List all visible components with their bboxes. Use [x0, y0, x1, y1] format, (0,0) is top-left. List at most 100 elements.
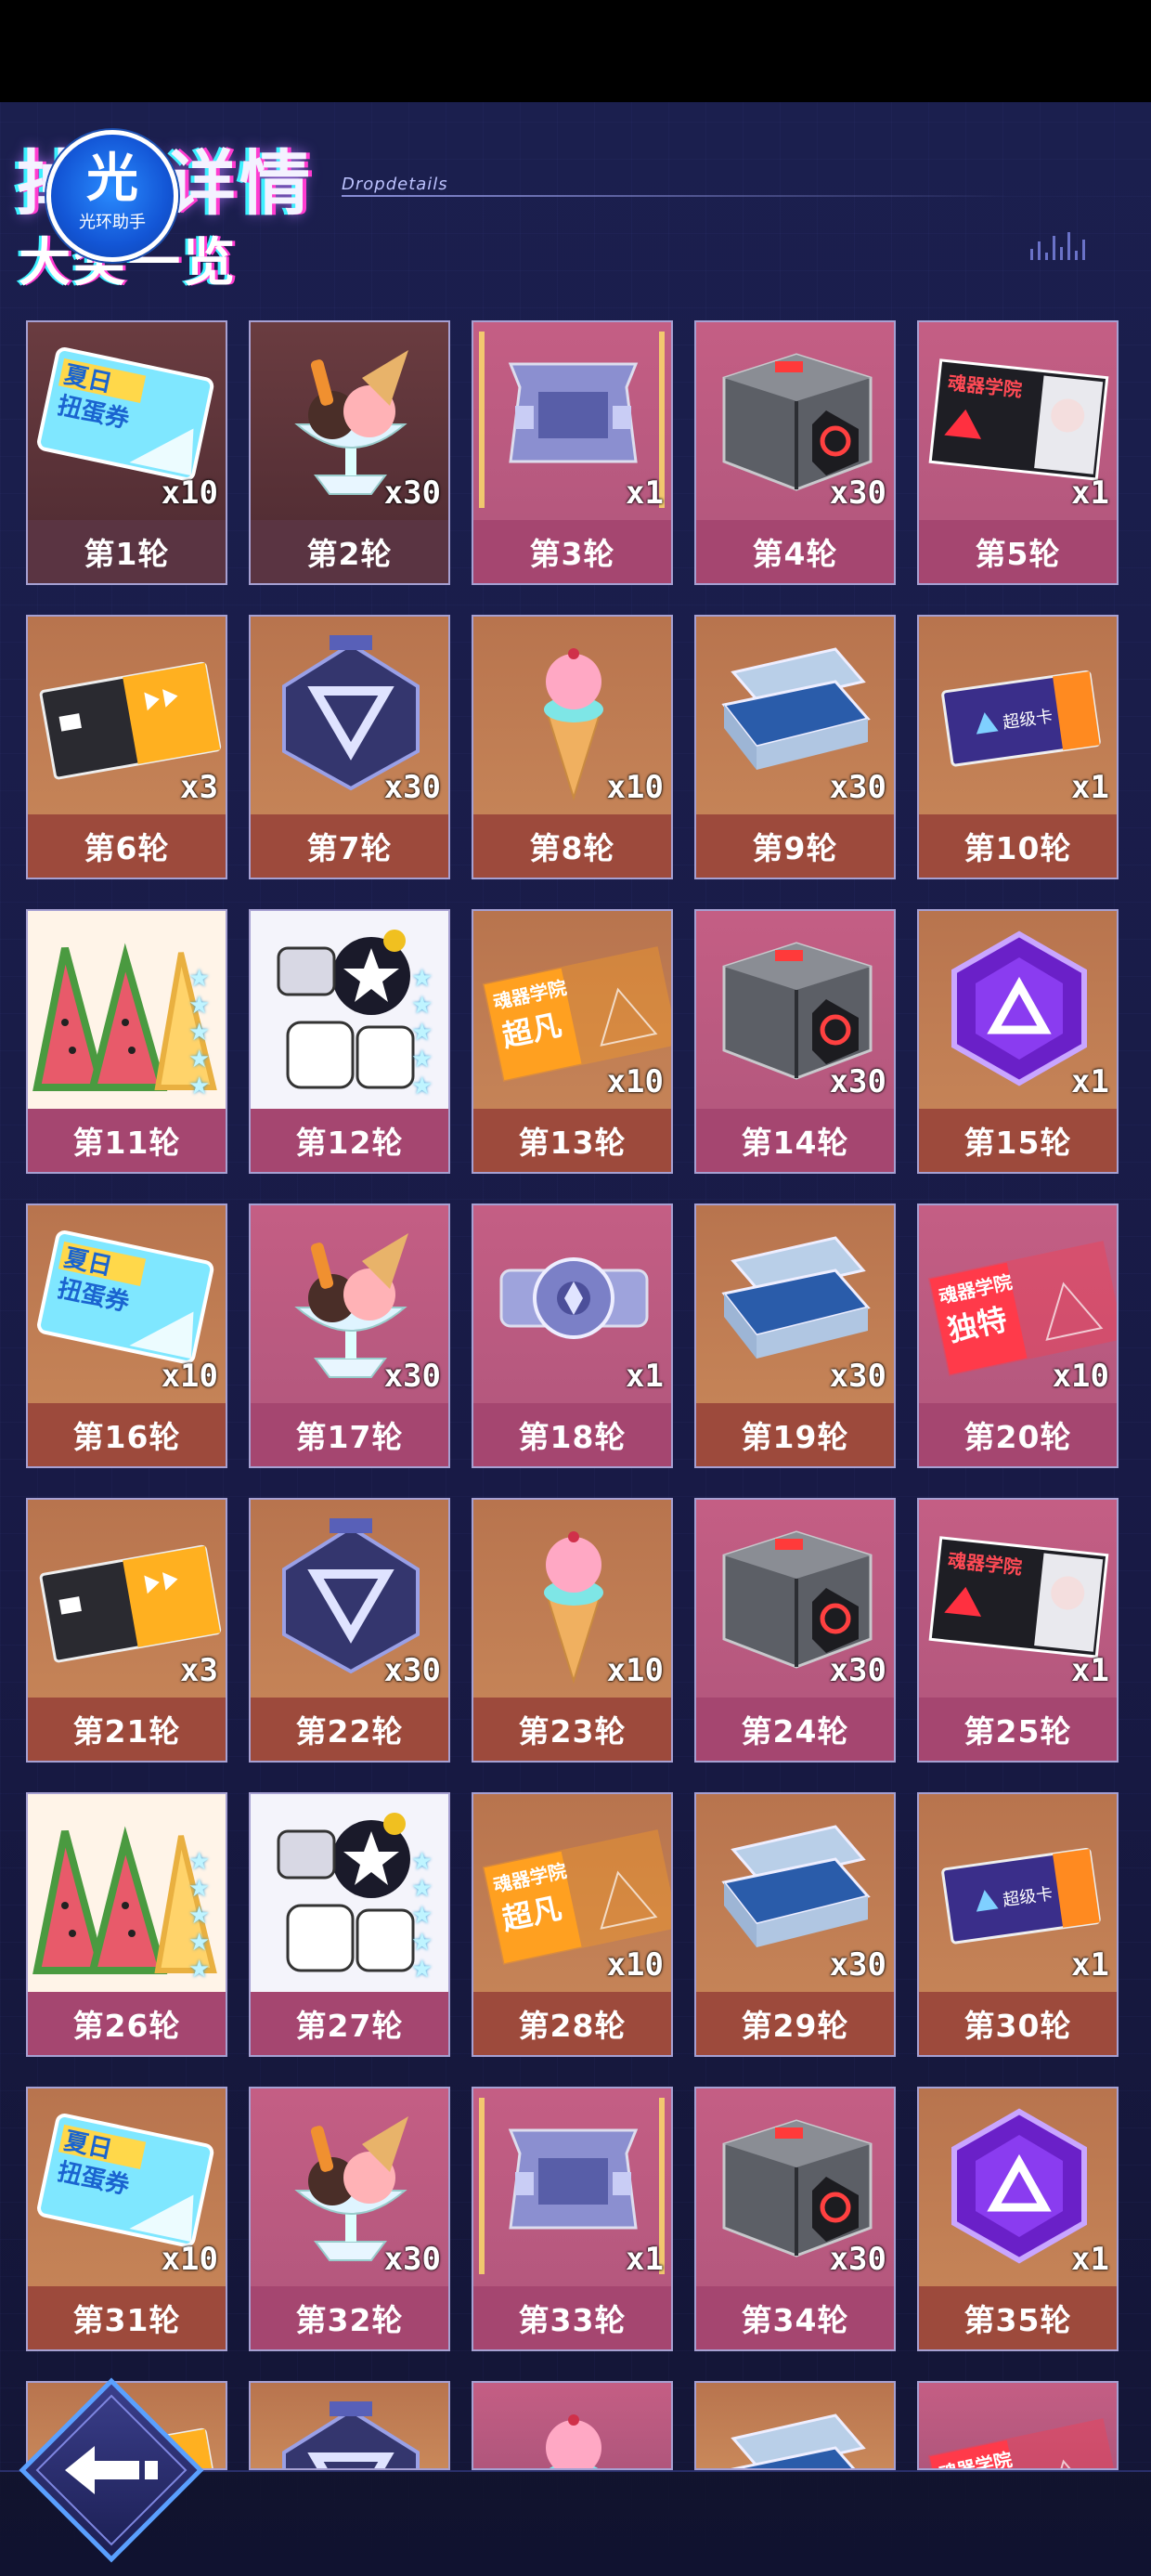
round-label: 第2轮	[251, 520, 448, 583]
round-label: 第32轮	[251, 2286, 448, 2349]
round-label: 第35轮	[919, 2286, 1117, 2349]
round-label: 第6轮	[28, 814, 226, 878]
reward-card[interactable]	[472, 2381, 673, 2470]
reward-quantity: x1	[1071, 1946, 1109, 1984]
round-label: 第12轮	[251, 1109, 448, 1172]
watermark-name: 光环助手	[79, 213, 146, 232]
reward-quantity: x30	[383, 1652, 441, 1689]
reward-card[interactable]: 夏日 扭蛋券 x10 第1轮	[26, 320, 227, 585]
round-label: 第17轮	[251, 1403, 448, 1466]
reward-card[interactable]: x1 第33轮	[472, 2087, 673, 2351]
round-label: 第23轮	[473, 1698, 671, 1761]
reward-card[interactable]: 魂器学院 x1 第25轮	[917, 1498, 1119, 1763]
reward-quantity: x1	[1071, 1652, 1109, 1689]
reward-card[interactable]: x1 第35轮	[917, 2087, 1119, 2351]
reward-quantity: x10	[161, 475, 218, 512]
rarity-stars: ★ ★ ★ ★ ★	[188, 1848, 211, 1984]
reward-card[interactable]: x30 第4轮	[694, 320, 896, 585]
reward-card[interactable]: x30 第9轮	[694, 615, 896, 879]
reward-card[interactable]: x10 第23轮	[472, 1498, 673, 1763]
round-label: 第11轮	[28, 1109, 226, 1172]
reward-card[interactable]: 夏日 扭蛋券 x10 第16轮	[26, 1203, 227, 1468]
ice-cream-cone-icon	[473, 2383, 671, 2468]
reward-card[interactable]: x1 第15轮	[917, 909, 1119, 1174]
round-label: 第20轮	[919, 1403, 1117, 1466]
reward-quantity: x30	[829, 1946, 886, 1984]
rarity-stars: ★ ★ ★ ★ ★	[411, 965, 433, 1100]
reward-card[interactable]: x30 第19轮	[694, 1203, 896, 1468]
reward-quantity: x30	[829, 1063, 886, 1100]
reward-card[interactable]: ★ ★ ★ ★ ★ 第12轮	[249, 909, 450, 1174]
reward-quantity: x10	[161, 1358, 218, 1395]
reward-card[interactable]	[249, 2381, 450, 2470]
reward-card[interactable]: x10 第8轮	[472, 615, 673, 879]
reward-card[interactable]: x30 第17轮	[249, 1203, 450, 1468]
reward-quantity: x1	[626, 2241, 664, 2278]
reward-card[interactable]: x1 第18轮	[472, 1203, 673, 1468]
reward-card[interactable]: x30 第22轮	[249, 1498, 450, 1763]
round-label: 第19轮	[696, 1403, 894, 1466]
reward-card[interactable]: x30 第24轮	[694, 1498, 896, 1763]
reward-quantity: x1	[1071, 769, 1109, 806]
reward-card[interactable]: 夏日 扭蛋券 x10 第31轮	[26, 2087, 227, 2351]
reward-quantity: x10	[606, 1946, 664, 1984]
reward-card[interactable]: ★ ★ ★ ★ ★ 第11轮	[26, 909, 227, 1174]
reward-quantity: x3	[180, 1652, 218, 1689]
reward-card[interactable]: 魂器学院 独特 x10 第20轮	[917, 1203, 1119, 1468]
reward-quantity: x10	[606, 1652, 664, 1689]
reward-quantity: x30	[383, 475, 441, 512]
rarity-stars: ★ ★ ★ ★ ★	[188, 965, 211, 1100]
round-label: 第21轮	[28, 1698, 226, 1761]
reward-card[interactable]: x30 第34轮	[694, 2087, 896, 2351]
round-label: 第30轮	[919, 1992, 1117, 2055]
round-label: 第4轮	[696, 520, 894, 583]
reward-quantity: x10	[606, 1063, 664, 1100]
round-label: 第25轮	[919, 1698, 1117, 1761]
round-label: 第3轮	[473, 520, 671, 583]
round-label: 第26轮	[28, 1992, 226, 2055]
reward-card[interactable]: x3 第21轮	[26, 1498, 227, 1763]
round-label: 第5轮	[919, 520, 1117, 583]
round-label: 第7轮	[251, 814, 448, 878]
reward-quantity: x1	[1071, 475, 1109, 512]
blue-chip-case-icon	[696, 2383, 894, 2468]
round-label: 第13轮	[473, 1109, 671, 1172]
reward-card[interactable]: ★ ★ ★ ★ ★ 第26轮	[26, 1792, 227, 2057]
reward-quantity: x30	[829, 1652, 886, 1689]
round-label: 第24轮	[696, 1698, 894, 1761]
watermark-glyph: 光	[86, 149, 138, 209]
reward-card[interactable]: x3 第6轮	[26, 615, 227, 879]
reward-card[interactable]: x30 第14轮	[694, 909, 896, 1174]
round-label: 第14轮	[696, 1109, 894, 1172]
reward-card[interactable]: 魂器学院 超凡 x10 第28轮	[472, 1792, 673, 2057]
reward-card[interactable]	[694, 2381, 896, 2470]
round-label: 第34轮	[696, 2286, 894, 2349]
watermark-logo: 光 光环助手	[46, 130, 178, 262]
reward-quantity: x30	[829, 475, 886, 512]
reward-card[interactable]: x1 第3轮	[472, 320, 673, 585]
reward-card[interactable]: x30 第32轮	[249, 2087, 450, 2351]
reward-quantity: x1	[1071, 2241, 1109, 2278]
reward-quantity: x3	[180, 769, 218, 806]
reward-card[interactable]: x30 第2轮	[249, 320, 450, 585]
reward-card[interactable]: 魂器学院 x1 第5轮	[917, 320, 1119, 585]
reward-card[interactable]: 魂器学院 独特	[917, 2381, 1119, 2470]
reward-card[interactable]: 超级卡 x1 第30轮	[917, 1792, 1119, 2057]
reward-quantity: x30	[829, 2241, 886, 2278]
triangle-core-icon	[251, 2383, 448, 2468]
reward-quantity: x30	[383, 2241, 441, 2278]
reward-card[interactable]: 超级卡 x1 第10轮	[917, 615, 1119, 879]
reward-quantity: x10	[606, 769, 664, 806]
reward-quantity: x10	[1052, 1358, 1109, 1395]
reward-quantity: x1	[626, 475, 664, 512]
reward-quantity: x1	[1071, 1063, 1109, 1100]
reward-quantity: x10	[161, 2241, 218, 2278]
reward-card[interactable]: 魂器学院 超凡 x10 第13轮	[472, 909, 673, 1174]
reward-card[interactable]: x30 第7轮	[249, 615, 450, 879]
round-label: 第33轮	[473, 2286, 671, 2349]
reward-card[interactable]: ★ ★ ★ ★ ★ 第27轮	[249, 1792, 450, 2057]
reward-quantity: x1	[626, 1358, 664, 1395]
back-button[interactable]	[19, 2377, 204, 2563]
reward-card[interactable]: x30 第29轮	[694, 1792, 896, 2057]
round-label: 第8轮	[473, 814, 671, 878]
